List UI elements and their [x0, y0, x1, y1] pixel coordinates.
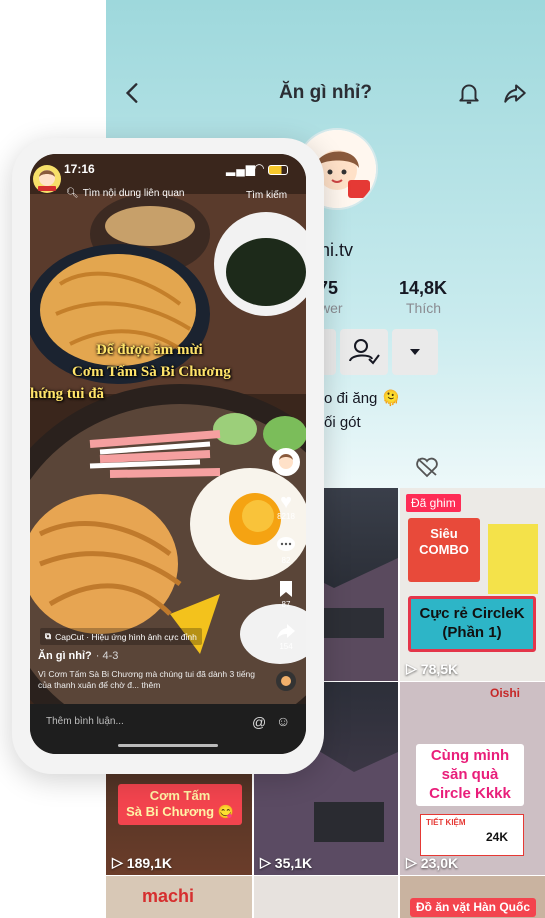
overlay-caption-3: hứng tui đã — [30, 386, 105, 402]
play-icon: ▷ — [112, 854, 123, 870]
mention-icon[interactable]: @ — [252, 714, 266, 730]
music-disc-button[interactable] — [270, 670, 302, 694]
share-arrow-icon — [277, 624, 295, 639]
video-description[interactable]: Vì Cơm Tấm Sà Bi Chương mà chúng tui đã … — [38, 669, 260, 691]
post-date: · 4-3 — [95, 650, 119, 662]
author-name: Ăn gì nhỉ? — [38, 650, 92, 662]
video-tile[interactable]: machi — [106, 876, 252, 918]
save-button[interactable]: 87 — [270, 580, 302, 609]
video-tile[interactable]: Siêu COMBO Đã ghim Cực rẻ CircleK (Phần … — [400, 488, 545, 681]
play-icon: ▷ — [260, 854, 271, 870]
capcut-text: CapCut · Hiệu ứng hình ảnh cực đỉnh — [55, 631, 197, 642]
battery-icon — [268, 165, 288, 175]
pinned-badge: Đã ghim — [406, 494, 461, 512]
status-bar: 17:16 ▂▄▆ ◠ — [30, 161, 306, 180]
save-count: 87 — [281, 600, 291, 609]
overlay-caption-1: Để được ăm mừi — [96, 342, 203, 358]
comment-input[interactable]: Thêm bình luận... — [46, 716, 124, 727]
capcut-icon: ⧉ — [45, 631, 52, 641]
promo-text: Siêu COMBO — [419, 526, 469, 558]
bio-line-2: ối gót — [324, 414, 361, 431]
comment-count: 82 — [281, 556, 291, 565]
related-search[interactable]: 🔍︎ Tìm nội dung liên quan — [66, 188, 184, 199]
tile-caption: Cực rẻ CircleK (Phần 1) — [408, 596, 536, 652]
play-icon: ▷ — [406, 854, 417, 870]
likes-count: 14,8K — [399, 278, 448, 298]
share-count: 154 — [279, 642, 293, 651]
more-options-button[interactable] — [392, 329, 438, 375]
tile-caption: Đồ ăn vặt Hàn Quốc — [410, 898, 536, 917]
video-tile[interactable]: Đồ ăn vặt Hàn Quốc — [400, 876, 545, 918]
add-friend-button[interactable] — [340, 329, 388, 375]
bookmark-icon — [280, 581, 292, 597]
view-count: ▷ 35,1K — [260, 854, 313, 871]
like-button[interactable]: ♥ 8218 — [270, 492, 302, 521]
brand-text: Oishi — [490, 686, 521, 700]
share-icon[interactable] — [502, 80, 528, 106]
related-search-text: Tìm nội dung liên quan — [82, 188, 185, 199]
signal-icon: ▂▄▆ — [226, 162, 256, 176]
share-button[interactable]: 154 — [270, 622, 302, 651]
video-tile[interactable] — [254, 876, 398, 918]
capcut-effect-bar[interactable]: ⧉ CapCut · Hiệu ứng hình ảnh cực đỉnh — [40, 628, 202, 645]
search-icon: 🔍︎ — [66, 188, 79, 199]
liked-videos-tab-icon[interactable] — [414, 456, 440, 478]
music-disc-icon — [276, 671, 296, 691]
emoji-icon[interactable]: ☺ — [276, 713, 290, 729]
brand-text: machi — [142, 886, 195, 906]
video-screen[interactable]: 17:16 ▂▄▆ ◠ 🔍︎ Tìm nội dung liên quan Tì… — [30, 154, 306, 754]
video-author[interactable]: Ăn gì nhỉ? · 4-3 — [38, 650, 118, 662]
promo-save-label: TIẾT KIỆM — [426, 818, 466, 827]
caret-down-icon — [410, 349, 420, 355]
video-tile[interactable]: Oishi Cùng mình săn quà Circle Kkkk TIẾT… — [400, 682, 545, 875]
clock: 17:16 — [64, 162, 95, 176]
person-check-icon — [349, 339, 380, 365]
tile-caption: Cùng mình săn quà Circle Kkkk — [416, 744, 524, 807]
view-count: ▷ 189,1K — [112, 854, 172, 871]
comment-icon — [277, 537, 295, 551]
home-indicator — [118, 744, 218, 747]
comment-button[interactable]: 82 — [270, 536, 302, 565]
creator-avatar-button[interactable] — [270, 448, 302, 478]
like-count: 8218 — [277, 512, 295, 521]
likes-label: Thích — [406, 300, 442, 316]
creator-avatar — [272, 448, 300, 476]
view-count: ▷ 78,5K — [406, 660, 459, 677]
bell-icon[interactable] — [456, 80, 482, 106]
view-count: ▷ 23,0K — [406, 854, 459, 871]
profile-topbar: Ăn gì nhỉ? — [106, 74, 545, 114]
promo-price: 24K — [486, 830, 509, 844]
bio-line-1: o đi ăng 🫠 — [324, 390, 401, 407]
channel-logo-icon — [33, 165, 61, 193]
overlay-caption-2: Cơm Tấm Sà Bi Chương — [72, 364, 231, 380]
search-button[interactable]: Tìm kiếm — [246, 190, 287, 201]
tile-caption: Cơm Tấm Sà Bi Chương 😋 — [118, 784, 242, 825]
heart-icon: ♥ — [280, 491, 292, 513]
play-icon: ▷ — [406, 660, 417, 676]
wifi-icon: ◠ — [254, 161, 265, 175]
phone-mockup: 17:16 ▂▄▆ ◠ 🔍︎ Tìm nội dung liên quan Tì… — [12, 138, 324, 774]
